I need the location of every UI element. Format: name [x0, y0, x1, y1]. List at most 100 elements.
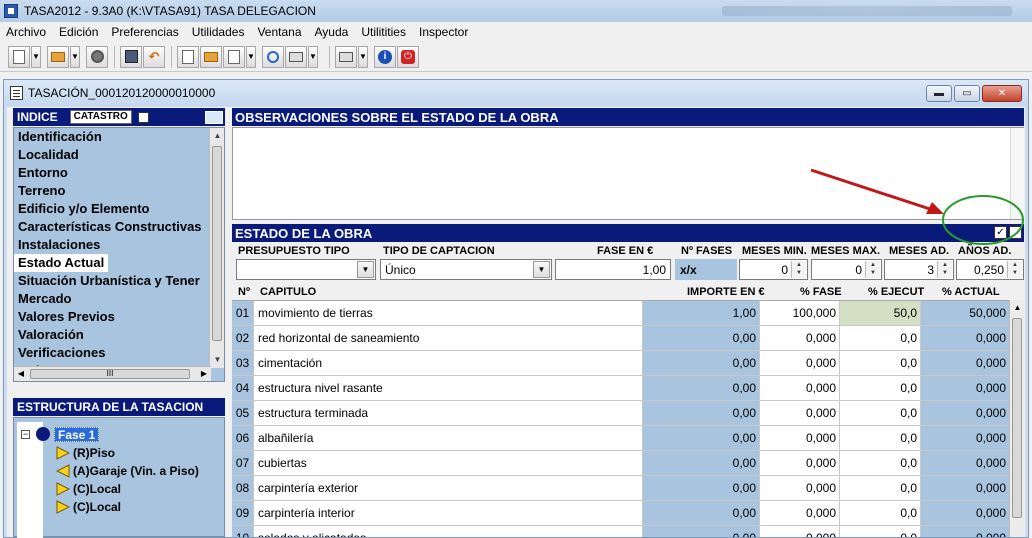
tree-collapse-icon[interactable]: − — [21, 430, 30, 439]
menu-edicion[interactable]: Edición — [59, 25, 98, 39]
captacion-select[interactable]: Único ▼ — [380, 259, 552, 280]
new-dropdown[interactable]: ▼ — [31, 45, 41, 68]
sync-button[interactable] — [335, 45, 357, 68]
print-button[interactable] — [285, 45, 307, 68]
maximize-button[interactable]: ▭ — [954, 84, 980, 102]
row-ejecut[interactable]: 0,0 — [839, 476, 920, 500]
table-row[interactable]: 09 carpintería interior 0,00 0,000 0,0 0,000 — [232, 501, 1009, 526]
table-row[interactable]: 10solados y alicatados0,000,0000,00,000 — [232, 526, 1009, 537]
indice-item-verificaciones[interactable]: Verificaciones — [14, 344, 224, 362]
row-fase[interactable]: 0,000 — [759, 376, 839, 400]
meses-ad-stepper[interactable]: 3 ▲ ▼ — [884, 259, 954, 280]
menu-utilitities[interactable]: Utilitities — [361, 25, 406, 39]
tree-node-garaje[interactable]: (A)Garaje (Vin. a Piso) — [56, 462, 199, 480]
row-ejecut[interactable]: 0,0 — [839, 376, 920, 400]
scroll-down-icon[interactable]: ▼ — [210, 352, 224, 368]
indice-item-mercado[interactable]: Mercado — [14, 290, 224, 308]
indice-item-localidad[interactable]: Localidad — [14, 146, 224, 164]
observaciones-scrollbar[interactable] — [1010, 128, 1024, 219]
meses-min-stepper[interactable]: 0 ▲ ▼ — [739, 259, 808, 280]
scroll-thumb[interactable]: III — [30, 369, 190, 379]
table-row[interactable]: 02 red horizontal de saneamiento 0,00 0,000… — [232, 326, 1009, 351]
indice-item-instalaciones[interactable]: Instalaciones — [14, 236, 224, 254]
indice-item-caracteristicas[interactable]: Características Constructivas — [14, 218, 224, 236]
row-ejecut[interactable]: 0,0 — [839, 426, 920, 450]
row-capitulo[interactable]: carpintería exterior — [253, 476, 642, 500]
meses-max-stepper[interactable]: 0 ▲ ▼ — [811, 259, 882, 280]
table-row[interactable]: 08 carpintería exterior 0,00 0,000 0,0 0,000 — [232, 476, 1009, 501]
estado-checkbox-2[interactable] — [1009, 226, 1022, 239]
row-ejecut[interactable]: 0,0 — [839, 401, 920, 425]
chevron-down-icon[interactable]: ▼ — [533, 261, 550, 278]
stepper-arrows-icon[interactable]: ▲ ▼ — [865, 261, 880, 278]
row-capitulo[interactable]: cimentación — [253, 351, 642, 375]
observaciones-textarea[interactable] — [232, 127, 1024, 220]
tree-root-fase[interactable]: Fase 1 — [54, 427, 100, 442]
row-fase[interactable]: 100,000 — [759, 301, 839, 325]
row-fase[interactable]: 0,000 — [759, 426, 839, 450]
row-ejecut[interactable]: 0,0 — [839, 451, 920, 475]
indice-vertical-scrollbar[interactable]: ▲ ▼ — [209, 128, 224, 368]
estado-checkbox[interactable]: ✓ — [994, 226, 1007, 239]
table-row[interactable]: 06 albañilería 0,00 0,000 0,0 0,000 — [232, 426, 1009, 451]
scroll-thumb[interactable] — [212, 146, 222, 341]
indice-item-edificio[interactable]: Edificio y/o Elemento — [14, 200, 224, 218]
scroll-thumb[interactable] — [1012, 318, 1022, 518]
row-capitulo[interactable]: estructura terminada — [253, 401, 642, 425]
indice-item-situacion[interactable]: Situación Urbanística y Tener — [14, 272, 224, 290]
row-capitulo[interactable]: estructura nivel rasante — [253, 376, 642, 400]
table-row[interactable]: 01 movimiento de tierras 1,00 100,000 50,0 50… — [232, 301, 1009, 326]
row-ejecut[interactable]: 50,0 — [839, 301, 920, 325]
row-fase[interactable]: 0,000 — [759, 476, 839, 500]
paste-dropdown[interactable]: ▼ — [246, 45, 256, 68]
table-vertical-scrollbar[interactable]: ▲ — [1009, 300, 1024, 537]
anos-ad-stepper[interactable]: 0,250 ▲ ▼ — [956, 259, 1024, 280]
scroll-up-icon[interactable]: ▲ — [1010, 300, 1025, 316]
tree-node-local[interactable]: (C)Local — [56, 480, 121, 498]
row-capitulo[interactable]: cubiertas — [253, 451, 642, 475]
row-capitulo[interactable]: solados y alicatados — [253, 526, 642, 537]
fase-input[interactable]: 1,00 — [555, 259, 671, 280]
paste-button[interactable] — [223, 45, 245, 68]
indice-horizontal-scrollbar[interactable]: ◀ III ▶ — [14, 366, 211, 381]
row-fase[interactable]: 0,000 — [759, 326, 839, 350]
undo-button[interactable]: ↶ — [143, 45, 165, 68]
row-fase[interactable]: 0,000 — [759, 351, 839, 375]
table-row[interactable]: 05 estructura terminada 0,00 0,000 0,0 0,000 — [232, 401, 1009, 426]
minimize-button[interactable]: ▬ — [926, 84, 952, 102]
row-ejecut[interactable]: 0,0 — [839, 326, 920, 350]
catastro-button[interactable]: CATASTRO — [69, 110, 132, 124]
save-button[interactable] — [120, 45, 142, 68]
table-row[interactable]: 04 estructura nivel rasante 0,00 0,000 0,0 0,… — [232, 376, 1009, 401]
menu-utilidades[interactable]: Utilidades — [192, 25, 245, 39]
indice-item-estado-actual[interactable]: Estado Actual — [14, 254, 109, 272]
open-dropdown[interactable]: ▼ — [70, 45, 80, 68]
row-capitulo[interactable]: albañilería — [253, 426, 642, 450]
scroll-right-icon[interactable]: ▶ — [197, 367, 211, 381]
table-row[interactable]: 03 cimentación 0,00 0,000 0,0 0,000 — [232, 351, 1009, 376]
row-fase[interactable]: 0,000 — [759, 401, 839, 425]
stepper-arrows-icon[interactable]: ▲ ▼ — [791, 261, 806, 278]
exit-button[interactable]: ⏻ — [397, 45, 419, 68]
sync-dropdown[interactable]: ▼ — [358, 45, 368, 68]
menu-ayuda[interactable]: Ayuda — [315, 25, 349, 39]
menu-inspector[interactable]: Inspector — [419, 25, 468, 39]
tree-node-piso[interactable]: (R)Piso — [56, 444, 115, 462]
search-button[interactable] — [262, 45, 284, 68]
new-button[interactable] — [8, 45, 30, 68]
calculator-button[interactable] — [177, 45, 199, 68]
stepper-arrows-icon[interactable]: ▲ ▼ — [1007, 261, 1022, 278]
row-capitulo[interactable]: movimiento de tierras — [253, 301, 642, 325]
row-capitulo[interactable]: carpintería interior — [253, 501, 642, 525]
open-button[interactable] — [47, 45, 69, 68]
row-ejecut[interactable]: 0,0 — [839, 501, 920, 525]
row-fase[interactable]: 0,000 — [759, 526, 839, 537]
gear-button[interactable] — [86, 45, 108, 68]
indice-item-valores-previos[interactable]: Valores Previos — [14, 308, 224, 326]
stepper-arrows-icon[interactable]: ▲ ▼ — [937, 261, 952, 278]
row-fase[interactable]: 0,000 — [759, 501, 839, 525]
print-dropdown[interactable]: ▼ — [308, 45, 318, 68]
row-ejecut[interactable]: 0,0 — [839, 351, 920, 375]
presupuesto-select[interactable]: ▼ — [236, 259, 376, 280]
menu-archivo[interactable]: Archivo — [6, 25, 46, 39]
